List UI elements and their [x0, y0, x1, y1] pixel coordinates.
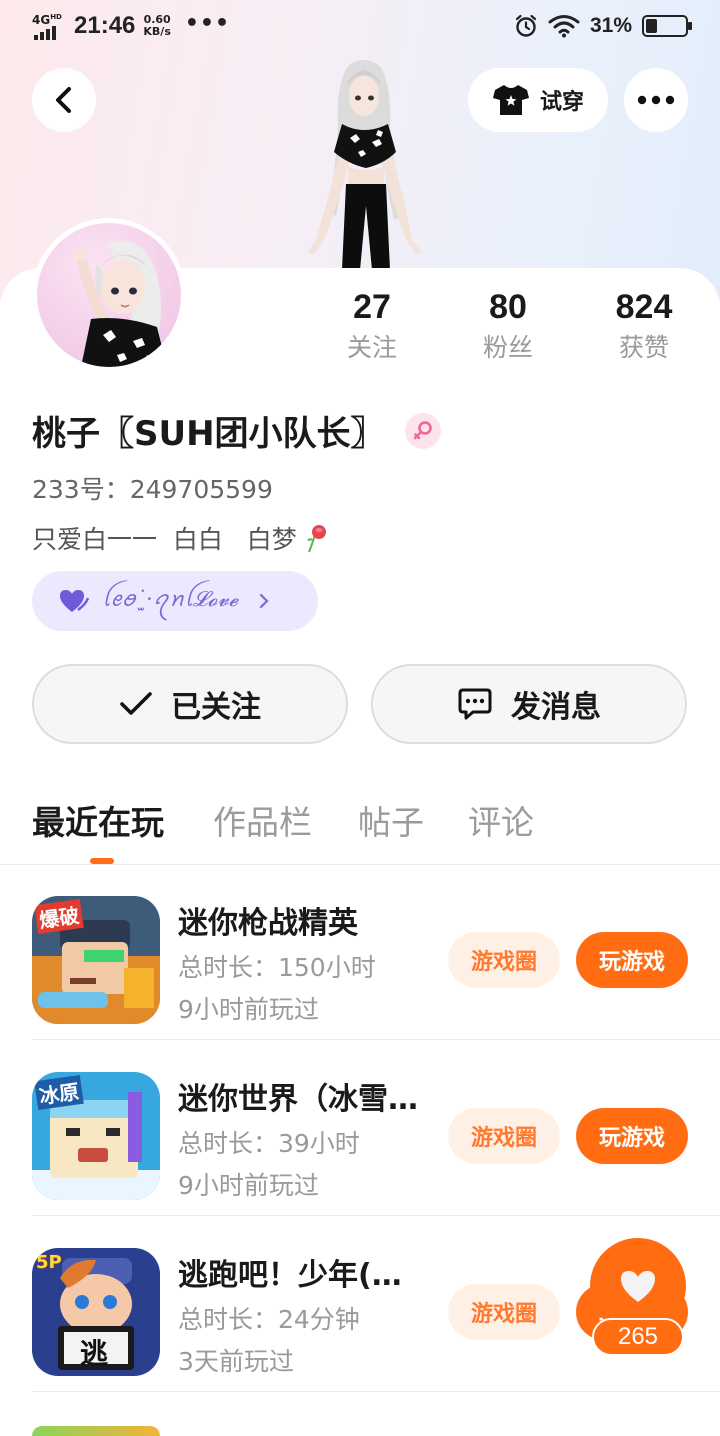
game-duration: 总时长：39小时	[178, 1129, 360, 1158]
follow-button[interactable]: 已关注	[32, 664, 348, 744]
game-duration: 总时长：24分钟	[178, 1305, 360, 1334]
network-signal-icon: 4GHD	[32, 12, 66, 40]
game-title: 迷你世界（冰雪…	[178, 1082, 418, 1117]
avatar-image	[73, 240, 167, 367]
tab-works[interactable]: 作品栏	[213, 796, 312, 844]
game-icon: 5P 逃	[32, 1248, 160, 1376]
profile-name: 桃子〖SUH团小队长〗	[32, 414, 385, 454]
tab-posts[interactable]: 帖子	[358, 796, 424, 844]
rose-icon	[306, 525, 326, 553]
profile-bio: 只爱白一一 白白 白梦	[32, 520, 331, 556]
game-last-played: 9小时前玩过	[178, 1171, 319, 1200]
wifi-icon	[548, 15, 580, 38]
user-id: 233号：249705599	[32, 475, 273, 504]
network-speed: 0.60 KB/s	[143, 13, 171, 38]
stat-likes[interactable]: 824 获赞	[574, 284, 714, 366]
game-last-played: 3天前玩过	[178, 1347, 294, 1376]
more-button[interactable]	[624, 68, 688, 132]
avatar-character-figure[interactable]	[288, 56, 438, 270]
check-icon	[120, 692, 152, 715]
couple-tag-text: ꪶꫀꪮ˙̫·ꪖꪀꪶ𝓛𝓸𝓿𝓮	[102, 587, 239, 611]
chevron-right-icon	[260, 593, 269, 609]
tshirt-icon	[492, 85, 529, 115]
couple-tag[interactable]: ꪶꫀꪮ˙̫·ꪖꪀꪶ𝓛𝓸𝓿𝓮	[32, 571, 318, 631]
game-last-played: 9小时前玩过	[178, 995, 319, 1024]
tab-comments[interactable]: 评论	[468, 796, 534, 844]
message-button[interactable]: 发消息	[371, 664, 687, 744]
game-circle-button[interactable]: 游戏圈	[448, 932, 560, 988]
game-icon: 冰原	[32, 1072, 160, 1200]
game-icon: 爆破	[32, 896, 160, 1024]
list-item[interactable]: 爆破 迷你枪战精英 总时长：150小时 9小时前玩过 游戏圈 玩游戏	[32, 864, 720, 1040]
game-title: 逃跑吧！少年(…	[178, 1258, 402, 1293]
tab-recently-played[interactable]: 最近在玩	[32, 796, 164, 844]
game-badge: 逃	[80, 1337, 109, 1370]
list-item[interactable]: 冰原 迷你世界（冰雪… 总时长：39小时 9小时前玩过 游戏圈 玩游戏	[32, 1040, 720, 1216]
like-button[interactable]: 265	[590, 1238, 686, 1356]
battery-percent: 31%	[589, 14, 632, 37]
try-on-button[interactable]: 试穿	[468, 68, 608, 132]
alarm-icon	[515, 14, 537, 37]
like-count: 265	[592, 1318, 684, 1356]
try-on-label: 试穿	[539, 90, 584, 115]
game-circle-button[interactable]: 游戏圈	[448, 1108, 560, 1164]
status-bar: 4GHD 21:46 0.60 KB/s ••• 31%	[0, 0, 720, 56]
chat-bubble-icon	[458, 688, 492, 720]
notification-dots: •••	[184, 10, 231, 36]
stat-following[interactable]: 27 关注	[302, 284, 442, 366]
battery-icon	[642, 15, 692, 37]
female-icon	[404, 412, 441, 449]
heart-icon	[621, 1271, 655, 1302]
heart-icon	[60, 590, 90, 612]
status-time: 21:46	[74, 12, 136, 39]
more-dots-icon	[637, 95, 675, 105]
profile-stats: 27 关注 80 粉丝 824 获赞	[300, 284, 720, 374]
game-title: 迷你枪战精英	[178, 906, 358, 941]
back-button[interactable]	[32, 68, 96, 132]
game-duration: 总时长：150小时	[178, 953, 376, 982]
game-circle-button[interactable]: 游戏圈	[448, 1284, 560, 1340]
stat-followers[interactable]: 80 粉丝	[438, 284, 578, 366]
message-label: 发消息	[511, 690, 601, 725]
avatar[interactable]	[32, 218, 186, 372]
game-icon	[32, 1426, 160, 1436]
chevron-left-icon	[56, 87, 71, 113]
play-game-button[interactable]: 玩游戏	[576, 1108, 688, 1164]
follow-label: 已关注	[171, 690, 261, 725]
game-badge-sp: 5P	[36, 1252, 62, 1273]
play-game-button[interactable]: 玩游戏	[576, 932, 688, 988]
